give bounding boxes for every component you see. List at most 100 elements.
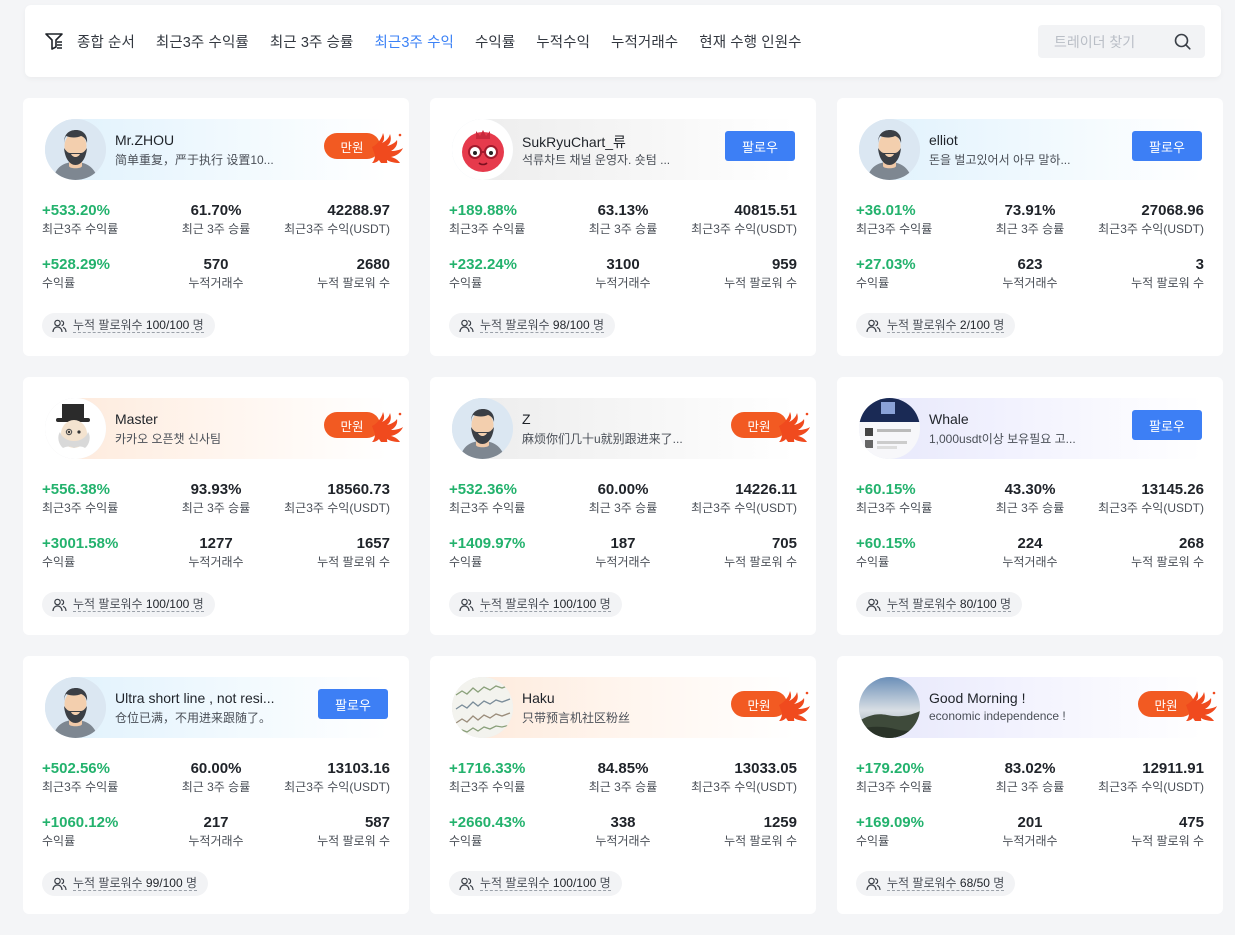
stat-value: 705 — [771, 535, 797, 552]
follower-capacity-chip[interactable]: 누적 팔로워수 99/100 명 — [42, 871, 209, 896]
trader-header: Whale 1,000usdt이상 보유필요 고... 팔로우 — [859, 398, 1202, 459]
followers-icon — [52, 877, 67, 890]
trader-card[interactable]: Good Morning ! economic independence ! 만원 +… — [837, 656, 1223, 914]
stat-label: 누적거래수 — [595, 276, 651, 290]
stat-label: 수익률 — [42, 276, 76, 290]
search-icon[interactable] — [1174, 33, 1191, 50]
full-badge: 만원 — [1138, 689, 1222, 721]
follow-button[interactable]: 팔로우 — [1132, 131, 1202, 161]
trader-card[interactable]: Mr.ZHOU 简单重复，严于执行 设置10... 만원 +533.20% 최근3주 수… — [23, 98, 409, 356]
stat-label: 최근3주 수익(USDT) — [1098, 780, 1204, 794]
follower-capacity-chip[interactable]: 누적 팔로워수 100/100 명 — [449, 592, 622, 617]
trader-name[interactable]: SukRyuChart_류 — [522, 132, 626, 152]
trader-bio: 仓位已满，不用进来跟随了。 — [115, 711, 272, 725]
stat-recent-winrate: 84.85% 최근 3주 승률 — [563, 760, 683, 795]
stat-label: 최근 3주 승률 — [995, 780, 1065, 794]
trader-card[interactable]: Ultra short line , not resi... 仓位已满，不用进来跟… — [23, 656, 409, 914]
stat-trades: 1277 누적거래수 — [156, 535, 276, 570]
stat-label: 최근 3주 승률 — [995, 222, 1065, 236]
sort-bar: 종합 순서 최근3주 수익률 최근 3주 승률 최근3주 수익 수익률 누적수익… — [25, 5, 1221, 77]
stat-value: 224 — [1017, 535, 1043, 552]
sort-tab-total-pnl[interactable]: 누적수익 — [536, 31, 590, 52]
stat-followers: 3 누적 팔로워 수 — [1131, 256, 1204, 291]
avatar[interactable] — [452, 119, 513, 180]
capacity-suffix: 명 — [999, 597, 1012, 611]
trader-card[interactable]: Z 麻烦你们几十u就别跟进来了... 만원 +532.36% 최근3주 수익률 60.00… — [430, 377, 816, 635]
follower-capacity-chip[interactable]: 누적 팔로워수 100/100 명 — [42, 313, 215, 338]
capacity-prefix: 누적 팔로워수 — [887, 318, 957, 332]
follow-button[interactable]: 팔로우 — [725, 131, 795, 161]
follower-capacity-chip[interactable]: 누적 팔로워수 98/100 명 — [449, 313, 616, 338]
follower-capacity-chip[interactable]: 누적 팔로워수 100/100 명 — [449, 871, 622, 896]
capacity-prefix: 누적 팔로워수 — [73, 597, 143, 611]
follower-capacity-chip[interactable]: 누적 팔로워수 80/100 명 — [856, 592, 1023, 617]
sort-tab-recent-pnl[interactable]: 최근3주 수익 — [374, 31, 454, 52]
trader-name[interactable]: Good Morning ! — [929, 690, 1026, 706]
trader-name[interactable]: Master — [115, 411, 158, 427]
follower-capacity-chip[interactable]: 누적 팔로워수 2/100 명 — [856, 313, 1016, 338]
capacity-text: 누적 팔로워수 100/100 명 — [73, 318, 204, 333]
stat-label: 최근3주 수익률 — [42, 222, 119, 236]
avatar[interactable] — [452, 677, 513, 738]
trader-name[interactable]: Z — [522, 411, 531, 427]
stat-label: 최근3주 수익률 — [856, 780, 933, 794]
trader-bio: 1,000usdt이상 보유필요 고... — [929, 432, 1076, 446]
stat-followers: 475 누적 팔로워 수 — [1131, 814, 1204, 849]
trader-name[interactable]: Ultra short line , not resi... — [115, 690, 275, 706]
trader-name[interactable]: Haku — [522, 690, 555, 706]
stat-value: +502.56% — [42, 760, 110, 777]
follow-button[interactable]: 팔로우 — [318, 689, 388, 719]
sort-tab-current-followers[interactable]: 현재 수행 인원수 — [699, 31, 801, 52]
capacity-text: 누적 팔로워수 2/100 명 — [887, 318, 1005, 333]
sort-tab-roi[interactable]: 수익률 — [475, 31, 515, 52]
trader-header: Mr.ZHOU 简单重复，严于执行 设置10... 만원 — [45, 119, 403, 180]
trader-card[interactable]: Master 카카오 오픈챗 신사팀 만원 +556.38% 최근3주 수익률 93.93… — [23, 377, 409, 635]
stat-followers: 1657 누적 팔로워 수 — [317, 535, 390, 570]
followers-icon — [52, 598, 67, 611]
stat-value: +1716.33% — [449, 760, 526, 777]
stat-recent-roi: +533.20% 최근3주 수익률 — [42, 202, 118, 237]
avatar[interactable] — [45, 119, 106, 180]
trader-name[interactable]: Mr.ZHOU — [115, 132, 174, 148]
trader-header: elliot 돈을 벌고있어서 아무 말하... 팔로우 — [859, 119, 1202, 180]
trader-card[interactable]: Haku 只带预言机社区粉丝 만원 +1716.33% 최근3주 수익률 84.85% 최근… — [430, 656, 816, 914]
stat-value: +3001.58% — [42, 535, 119, 552]
sort-tab-overall[interactable]: 종합 순서 — [77, 31, 135, 52]
trader-name[interactable]: Whale — [929, 411, 969, 427]
stat-value: 959 — [771, 256, 797, 273]
stat-value: 13033.05 — [734, 760, 797, 777]
avatar[interactable] — [859, 398, 920, 459]
stat-trades: 3100 누적거래수 — [563, 256, 683, 291]
stat-recent-pnl: 18560.73 최근3주 수익(USDT) — [284, 481, 390, 516]
avatar[interactable] — [45, 677, 106, 738]
trader-card[interactable]: SukRyuChart_류 석류차트 채널 운영자. 숏텀 ... 팔로우 +189.… — [430, 98, 816, 356]
trader-bio: 석류차트 채널 운영자. 숏텀 ... — [522, 153, 671, 167]
sort-filter-icon[interactable] — [44, 31, 64, 51]
sort-tab-recent-roi[interactable]: 최근3주 수익률 — [156, 31, 249, 52]
stat-followers: 959 누적 팔로워 수 — [724, 256, 797, 291]
trader-card[interactable]: elliot 돈을 벌고있어서 아무 말하... 팔로우 +36.01% 최근3주 수익… — [837, 98, 1223, 356]
sort-tab-total-trades[interactable]: 누적거래수 — [611, 31, 678, 52]
capacity-text: 누적 팔로워수 99/100 명 — [73, 876, 198, 891]
follower-capacity-chip[interactable]: 누적 팔로워수 100/100 명 — [42, 592, 215, 617]
trader-card[interactable]: Whale 1,000usdt이상 보유필요 고... 팔로우 +60.15% 최근3주… — [837, 377, 1223, 635]
follow-button[interactable]: 팔로우 — [1132, 410, 1202, 440]
trader-search-input[interactable] — [1054, 33, 1174, 50]
followers-icon — [459, 877, 474, 890]
stat-recent-roi: +179.20% 최근3주 수익률 — [856, 760, 932, 795]
trader-bio: economic independence ! — [929, 709, 1066, 723]
stat-roi: +3001.58% 수익률 — [42, 535, 118, 570]
stat-followers: 587 누적 팔로워 수 — [317, 814, 390, 849]
avatar[interactable] — [452, 398, 513, 459]
trader-name[interactable]: elliot — [929, 132, 958, 148]
avatar[interactable] — [859, 119, 920, 180]
capacity-text: 누적 팔로워수 98/100 명 — [480, 318, 605, 333]
follower-capacity-chip[interactable]: 누적 팔로워수 68/50 명 — [856, 871, 1016, 896]
trader-header: Good Morning ! economic independence ! 만원 — [859, 677, 1217, 738]
stat-label: 누적 팔로워 수 — [317, 555, 390, 569]
stat-recent-pnl: 14226.11 최근3주 수익(USDT) — [691, 481, 797, 516]
followers-icon — [52, 319, 67, 332]
avatar[interactable] — [45, 398, 106, 459]
sort-tab-recent-winrate[interactable]: 최근 3주 승률 — [270, 31, 354, 52]
avatar[interactable] — [859, 677, 920, 738]
